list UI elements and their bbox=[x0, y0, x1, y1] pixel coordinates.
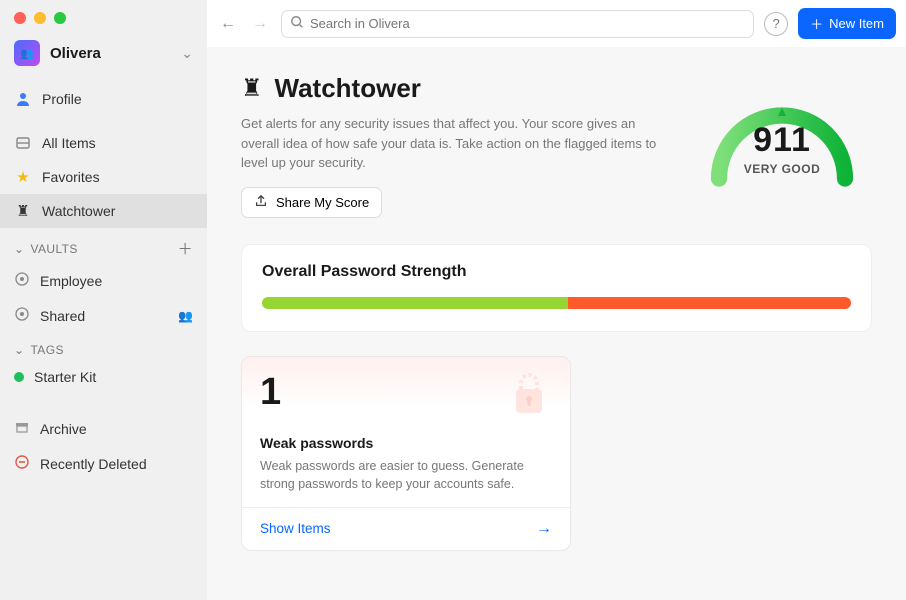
topbar: ← → ? ＋ New Item bbox=[207, 0, 906, 47]
new-item-button[interactable]: ＋ New Item bbox=[798, 8, 896, 39]
nav-watchtower[interactable]: ♜ Watchtower bbox=[0, 194, 207, 228]
nav-recently-deleted[interactable]: Recently Deleted bbox=[0, 446, 207, 481]
primary-nav: Profile All Items ★ Favorites ♜ Watchtow… bbox=[0, 82, 207, 228]
window-controls bbox=[0, 0, 207, 34]
security-score-value: 911 bbox=[692, 121, 872, 160]
security-score-label: VERY GOOD bbox=[692, 162, 872, 176]
forward-button[interactable]: → bbox=[249, 13, 271, 35]
password-strength-card: Overall Password Strength bbox=[241, 244, 872, 332]
section-label: TAGS bbox=[30, 343, 63, 357]
sidebar: 👥 Olivera ⌄ Profile All Items ★ Favorite… bbox=[0, 0, 207, 600]
vaults-section-header: ⌄ VAULTS ＋ bbox=[0, 228, 207, 263]
new-item-label: New Item bbox=[829, 16, 884, 31]
lock-icon bbox=[506, 367, 552, 422]
nav-all-items[interactable]: All Items bbox=[0, 126, 207, 160]
content: ♜ Watchtower Get alerts for any security… bbox=[207, 47, 906, 600]
account-switcher[interactable]: 👥 Olivera ⌄ bbox=[0, 34, 207, 76]
gauge-pointer-icon: ▲ bbox=[692, 103, 872, 119]
chevron-down-icon: ⌄ bbox=[181, 45, 193, 62]
show-items-button[interactable]: Show Items → bbox=[242, 507, 570, 550]
tag-color-dot bbox=[14, 372, 24, 382]
nav-label: Favorites bbox=[42, 169, 100, 185]
page-subtitle: Get alerts for any security issues that … bbox=[241, 114, 668, 173]
drawer-icon bbox=[14, 134, 32, 152]
watchtower-icon: ♜ bbox=[241, 74, 263, 103]
vault-name: Shared bbox=[40, 308, 85, 324]
issue-card-weak-passwords: 1 Weak passwords Weak passwords are easi… bbox=[241, 356, 571, 551]
tag-name: Starter Kit bbox=[34, 369, 96, 385]
strength-title: Overall Password Strength bbox=[262, 263, 851, 281]
nav-label: Recently Deleted bbox=[40, 456, 147, 472]
nav-label: Profile bbox=[42, 91, 82, 107]
nav-favorites[interactable]: ★ Favorites bbox=[0, 160, 207, 194]
search-field[interactable] bbox=[281, 10, 754, 38]
person-icon bbox=[14, 90, 32, 108]
account-name: Olivera bbox=[50, 45, 171, 62]
avatar: 👥 bbox=[14, 40, 40, 66]
nav-profile[interactable]: Profile bbox=[0, 82, 207, 116]
tags-section-header: ⌄ TAGS bbox=[0, 333, 207, 361]
strength-bar bbox=[262, 297, 851, 309]
issue-title: Weak passwords bbox=[260, 435, 552, 451]
main-area: ← → ? ＋ New Item ♜ Watchtower Get alerts… bbox=[207, 0, 906, 600]
tower-icon: ♜ bbox=[14, 202, 32, 220]
window-minimize-button[interactable] bbox=[34, 12, 46, 24]
nav-label: All Items bbox=[42, 135, 96, 151]
vault-icon bbox=[14, 271, 30, 290]
search-input[interactable] bbox=[310, 16, 745, 31]
star-icon: ★ bbox=[14, 168, 32, 186]
add-vault-button[interactable]: ＋ bbox=[178, 238, 193, 259]
share-score-label: Share My Score bbox=[276, 195, 369, 210]
nav-label: Watchtower bbox=[42, 203, 115, 219]
share-score-button[interactable]: Share My Score bbox=[241, 187, 382, 218]
chevron-down-icon[interactable]: ⌄ bbox=[14, 242, 24, 256]
vault-name: Employee bbox=[40, 273, 102, 289]
security-score-gauge: ▲ 911 VERY GOOD bbox=[692, 73, 872, 203]
plus-icon: ＋ bbox=[810, 14, 823, 33]
back-button[interactable]: ← bbox=[217, 13, 239, 35]
tag-item[interactable]: Starter Kit bbox=[0, 361, 207, 393]
window-close-button[interactable] bbox=[14, 12, 26, 24]
chevron-down-icon[interactable]: ⌄ bbox=[14, 343, 24, 357]
recently-deleted-icon bbox=[14, 454, 30, 473]
nav-label: Archive bbox=[40, 421, 87, 437]
share-icon bbox=[254, 194, 268, 211]
arrow-right-icon: → bbox=[536, 520, 552, 538]
issue-description: Weak passwords are easier to guess. Gene… bbox=[260, 457, 552, 493]
page-title: Watchtower bbox=[275, 73, 421, 104]
strength-bad-segment bbox=[568, 297, 851, 309]
issues-row: 1 Weak passwords Weak passwords are easi… bbox=[241, 356, 872, 551]
archive-icon bbox=[14, 419, 30, 438]
nav-archive[interactable]: Archive bbox=[0, 411, 207, 446]
window-maximize-button[interactable] bbox=[54, 12, 66, 24]
help-button[interactable]: ? bbox=[764, 12, 788, 36]
shared-indicator-icon: 👥 bbox=[178, 309, 193, 323]
vault-item-employee[interactable]: Employee bbox=[0, 263, 207, 298]
strength-good-segment bbox=[262, 297, 568, 309]
section-label: VAULTS bbox=[30, 242, 77, 256]
vault-icon bbox=[14, 306, 30, 325]
vault-item-shared[interactable]: Shared 👥 bbox=[0, 298, 207, 333]
search-icon bbox=[290, 15, 304, 32]
show-items-label: Show Items bbox=[260, 521, 331, 536]
